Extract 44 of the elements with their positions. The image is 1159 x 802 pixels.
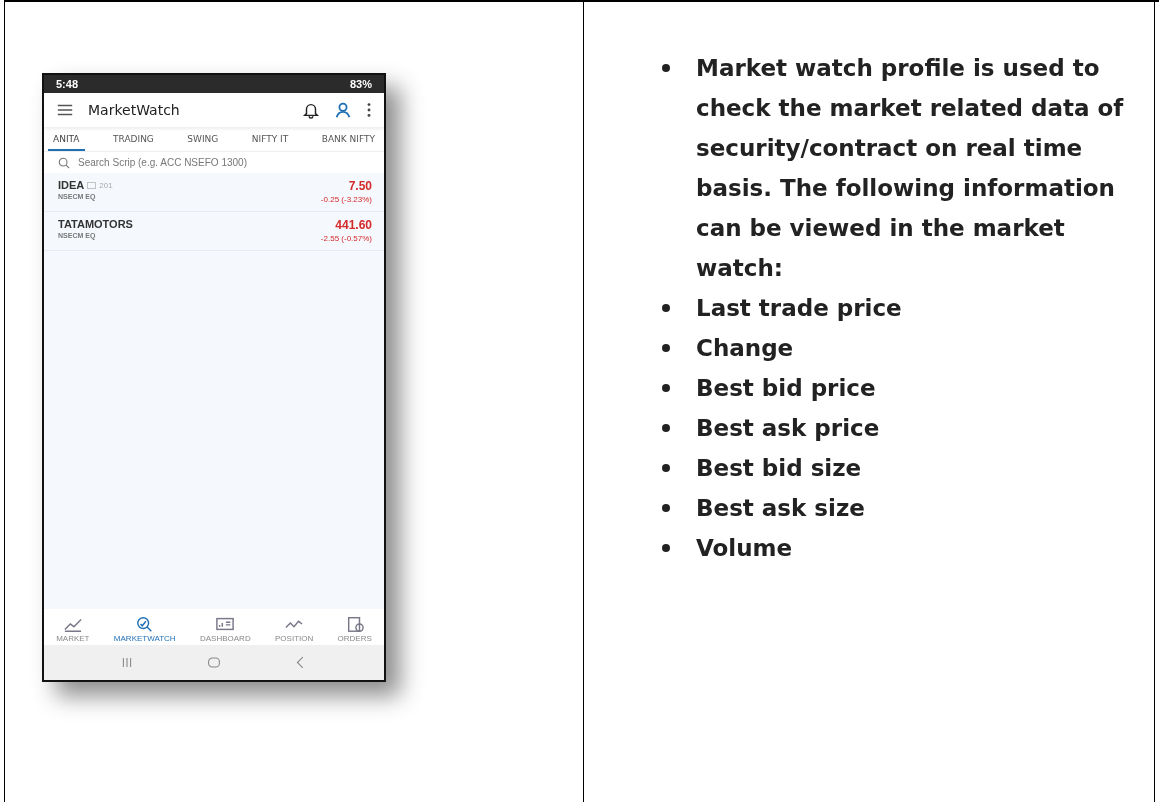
search-icon — [58, 156, 70, 169]
search-field[interactable]: Search Scrip (e.g. ACC NSEFO 1300) — [76, 156, 370, 169]
more-icon[interactable] — [366, 101, 372, 119]
bullet-icon — [662, 304, 670, 312]
nav-label[interactable]: MARKET — [56, 634, 90, 643]
bullet-text: Best bid size — [696, 454, 862, 483]
bullet-icon — [662, 464, 670, 472]
bullet-text: Best bid price — [696, 374, 876, 403]
nav-label[interactable]: MARKETWATCH — [113, 634, 176, 643]
bullet-text: Change — [696, 334, 794, 363]
app-title: MarketWatch — [88, 102, 181, 118]
bullet-text: Best ask price — [696, 414, 880, 443]
price-change: -2.55 (-0.57%) — [320, 234, 372, 243]
tab[interactable]: ANITA — [48, 131, 85, 151]
lot-size: 201 — [99, 180, 113, 190]
nav-label[interactable]: ORDERS — [337, 634, 372, 643]
user-icon[interactable] — [334, 101, 352, 119]
chart-icon[interactable] — [214, 615, 237, 633]
bullet-icon — [662, 344, 670, 352]
scrip-symbol: IDEA — [58, 179, 85, 191]
tab[interactable]: NIFTY IT — [246, 131, 294, 151]
bullet-text: Volume — [696, 534, 793, 563]
home-icon[interactable] — [205, 655, 223, 670]
scrip-symbol: TATAMOTORS — [58, 218, 133, 230]
bullet-icon — [662, 64, 670, 72]
bell-icon[interactable] — [302, 101, 320, 119]
battery-level: 83% — [349, 78, 372, 90]
bullet-text: Last trade price — [696, 294, 902, 323]
status-time: 5:48 — [56, 78, 79, 90]
tab[interactable]: TRADING — [108, 131, 159, 151]
bullet-icon — [662, 424, 670, 432]
bullet-text: Market watch profile is used to check the market related data of security/contract on real time basis. The following information can be viewed in the market watch: — [696, 54, 1125, 283]
bullet-icon — [662, 504, 670, 512]
tab[interactable]: SWING — [182, 131, 224, 151]
price: 7.50 — [348, 179, 372, 193]
price-change: -0.25 (-3.23%) — [320, 195, 372, 204]
price: 441.60 — [335, 218, 372, 232]
bullet-icon — [662, 384, 670, 392]
tab[interactable]: BANK NIFTY — [316, 131, 380, 151]
bullet-icon — [662, 544, 670, 552]
card-icon — [87, 181, 97, 189]
nav-label[interactable]: POSITION — [275, 634, 314, 643]
bullet-text: Best ask size — [696, 494, 865, 523]
nav-label[interactable]: DASHBOARD — [200, 634, 251, 643]
